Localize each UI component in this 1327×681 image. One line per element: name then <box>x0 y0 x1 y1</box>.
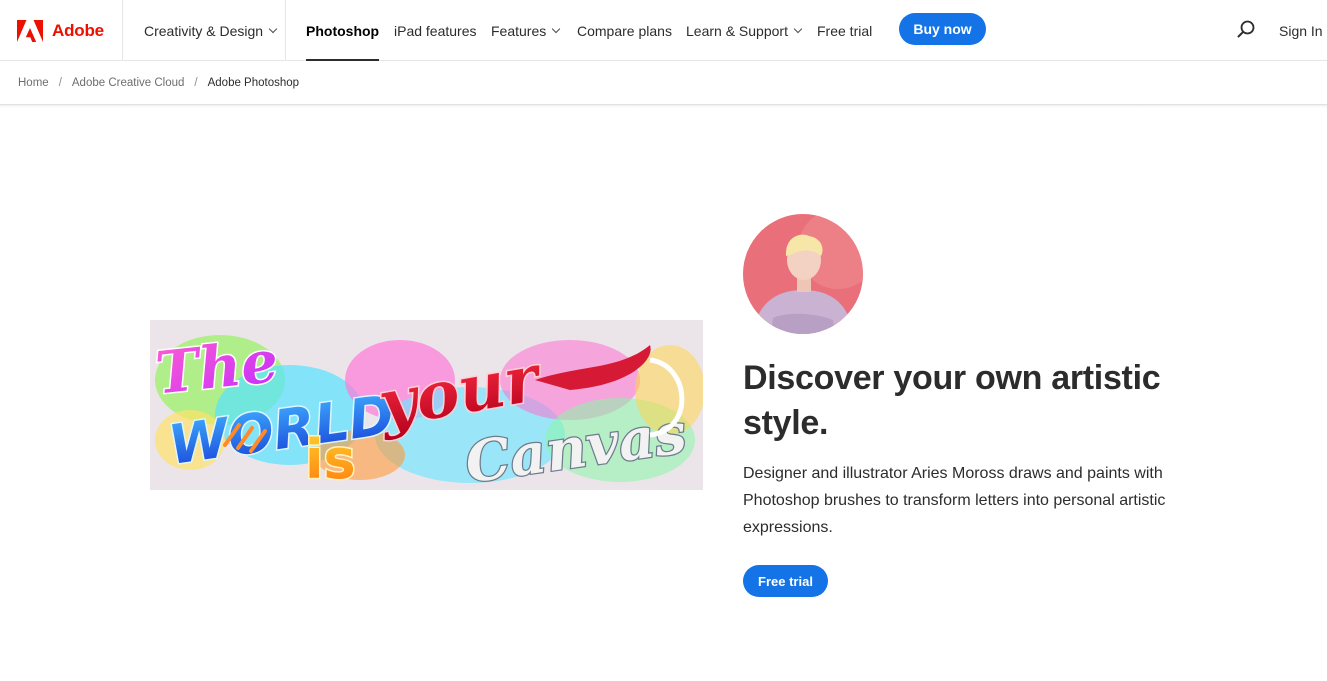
designer-avatar <box>743 214 863 334</box>
hero-headline: Discover your own artistic style. <box>743 359 1161 442</box>
nav-item-label: Features <box>491 22 547 39</box>
nav-divider <box>285 0 286 61</box>
nav-item-learn-support[interactable]: Learn & Support <box>686 0 803 61</box>
breadcrumb-separator: / <box>194 77 198 89</box>
nav-item-photoshop[interactable]: Photoshop <box>306 0 380 61</box>
nav-item-features[interactable]: Features <box>491 0 561 61</box>
nav-item-label: Learn & Support <box>686 22 788 39</box>
hero-artwork-image: The WORLD is your Canvas <box>150 320 703 490</box>
breadcrumb-shadow <box>0 104 1327 108</box>
adobe-home-link[interactable]: Adobe <box>0 0 123 61</box>
breadcrumb-separator: / <box>58 77 62 89</box>
chevron-down-icon <box>793 24 803 34</box>
buy-now-button[interactable]: Buy now <box>899 13 986 45</box>
breadcrumb-home[interactable]: Home <box>18 77 49 89</box>
free-trial-button[interactable]: Free trial <box>743 565 828 597</box>
sign-in-link[interactable]: Sign In <box>1279 0 1323 61</box>
nav-item-ipad-features[interactable]: iPad features <box>394 0 477 61</box>
search-icon <box>1237 20 1255 38</box>
nav-item-label: Compare plans <box>577 22 672 39</box>
nav-item-label: Free trial <box>817 22 873 39</box>
lettering-artwork: The WORLD is your Canvas <box>150 320 703 490</box>
global-nav: Adobe Creativity & Design Photoshop iPad… <box>0 0 1327 61</box>
svg-text:The: The <box>153 327 282 407</box>
breadcrumb-creative-cloud[interactable]: Adobe Creative Cloud <box>72 77 185 89</box>
creativity-design-label: Creativity & Design <box>144 22 264 39</box>
portrait-image <box>743 214 863 334</box>
nav-item-label: iPad features <box>394 22 477 39</box>
chevron-down-icon <box>552 24 561 34</box>
nav-item-compare-plans[interactable]: Compare plans <box>577 0 672 61</box>
breadcrumb-current: Adobe Photoshop <box>207 77 300 89</box>
creativity-design-menu[interactable]: Creativity & Design <box>144 0 278 61</box>
breadcrumb: Home / Adobe Creative Cloud / Adobe Phot… <box>18 62 299 104</box>
nav-item-label: Photoshop <box>306 22 380 39</box>
hero-description: Designer and illustrator Aries Moross dr… <box>743 465 1166 536</box>
adobe-logo-icon <box>17 19 43 42</box>
nav-item-free-trial[interactable]: Free trial <box>817 0 872 61</box>
chevron-down-icon <box>268 24 278 34</box>
brand-name: Adobe <box>52 20 104 40</box>
search-button[interactable] <box>1234 18 1258 42</box>
svg-text:is: is <box>305 428 356 490</box>
